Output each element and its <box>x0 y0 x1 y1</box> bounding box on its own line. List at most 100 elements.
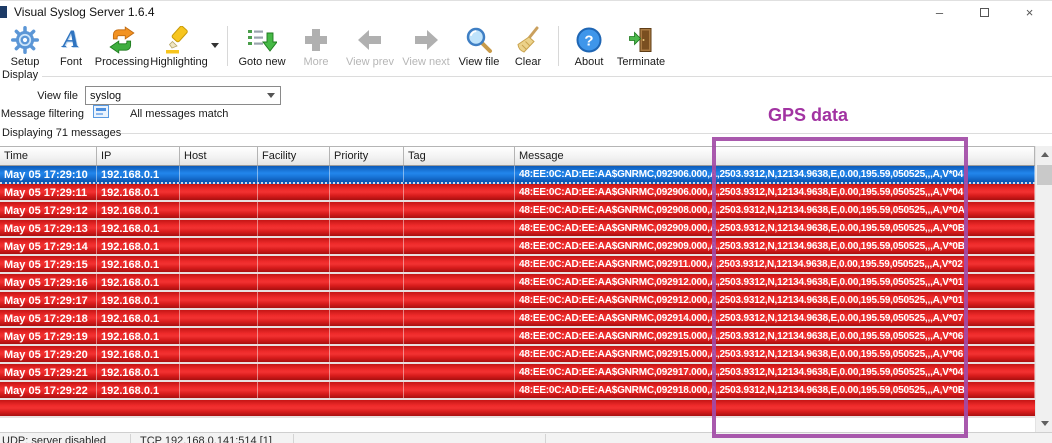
scrollbar-thumb[interactable] <box>1037 165 1052 185</box>
clear-button[interactable]: Clear <box>504 23 552 71</box>
table-cell <box>330 310 404 326</box>
table-cell: May 05 17:29:19 <box>0 328 97 344</box>
table-cell <box>180 292 258 308</box>
column-header-message[interactable]: Message <box>515 147 1035 165</box>
table-cell: May 05 17:29:18 <box>0 310 97 326</box>
goto-new-button[interactable]: Goto new <box>234 23 290 71</box>
table-cell: 192.168.0.1 <box>97 382 180 398</box>
table-row[interactable]: May 05 17:29:11192.168.0.148:EE:0C:AD:EE… <box>0 184 1035 202</box>
table-row[interactable]: May 05 17:29:19192.168.0.148:EE:0C:AD:EE… <box>0 328 1035 346</box>
table-row[interactable]: May 05 17:29:17192.168.0.1 48:EE:0C:AD:EE… <box>0 292 1035 310</box>
font-button[interactable]: A Font <box>48 23 94 71</box>
column-header-ip[interactable]: IP <box>97 147 180 165</box>
column-header-priority[interactable]: Priority <box>330 147 404 165</box>
table-row[interactable]: May 05 17:29:21192.168.0.148:EE:0C:AD:EE… <box>0 364 1035 382</box>
table-row-partial <box>0 400 1035 418</box>
table-cell: 48:EE:0C:AD:EE:AA$GNRMC,092915.000,A,250… <box>515 328 1035 344</box>
table-cell: May 05 17:29:20 <box>0 346 97 362</box>
maximize-button[interactable] <box>962 1 1007 23</box>
exit-door-icon <box>627 25 655 55</box>
minimize-icon: – <box>936 5 943 20</box>
window-controls: – × <box>917 1 1052 23</box>
toolbar: Setup A Font Processing <box>2 23 1050 73</box>
table-cell: 192.168.0.1 <box>97 220 180 236</box>
table-cell: May 05 17:29:12 <box>0 202 97 218</box>
table-cell <box>258 328 330 344</box>
view-file-button[interactable]: View file <box>454 23 504 71</box>
table-cell <box>180 346 258 362</box>
table-cell <box>330 166 404 182</box>
table-row[interactable]: May 05 17:29:20192.168.0.148:EE:0C:AD:EE… <box>0 346 1035 364</box>
table-cell: May 05 17:29:11 <box>0 184 97 200</box>
table-row[interactable]: May 05 17:29:16192.168.0.148:EE:0C:AD:EE… <box>0 274 1035 292</box>
terminate-button[interactable]: Terminate <box>613 23 669 71</box>
table-cell <box>404 184 515 200</box>
table-row[interactable]: May 05 17:29:15192.168.0.148:EE:0C:AD:EE… <box>0 256 1035 274</box>
table-cell <box>180 274 258 290</box>
messages-count-caption: Displaying 71 messages <box>2 127 121 139</box>
scroll-down-icon[interactable] <box>1036 415 1052 432</box>
window-title: Visual Syslog Server 1.6.4 <box>14 5 155 19</box>
table-cell: May 05 17:29:16 <box>0 274 97 290</box>
setup-button[interactable]: Setup <box>2 23 48 71</box>
vertical-scrollbar[interactable] <box>1035 146 1052 432</box>
table-cell <box>258 364 330 380</box>
table-cell: 48:EE:0C:AD:EE:AA$GNRMC,092908.000,A,250… <box>515 202 1035 218</box>
table-row[interactable]: May 05 17:29:13192.168.0.148:EE:0C:AD:EE… <box>0 220 1035 238</box>
arrow-right-icon <box>412 25 440 55</box>
table-cell: 192.168.0.1 <box>97 364 180 380</box>
message-filtering-label: Message filtering <box>0 108 84 120</box>
gps-data-annotation-label: GPS data <box>748 105 868 126</box>
table-cell <box>330 292 404 308</box>
column-header-tag[interactable]: Tag <box>404 147 515 165</box>
broom-icon <box>514 25 542 55</box>
column-header-facility[interactable]: Facility <box>258 147 330 165</box>
table-cell <box>404 256 515 272</box>
table-cell <box>330 184 404 200</box>
table-row[interactable]: May 05 17:29:18192.168.0.148:EE:0C:AD:EE… <box>0 310 1035 328</box>
table-cell <box>258 346 330 362</box>
table-cell <box>258 310 330 326</box>
scroll-up-icon[interactable] <box>1036 146 1052 163</box>
highlighting-button[interactable]: Highlighting <box>150 23 208 71</box>
column-header-host[interactable]: Host <box>180 147 258 165</box>
table-cell: 192.168.0.1 <box>97 310 180 326</box>
table-cell: 48:EE:0C:AD:EE:AA$GNRMC,092909.000,A,250… <box>515 238 1035 254</box>
table-row[interactable]: May 05 17:29:10192.168.0.148:EE:0C:AD:EE… <box>0 166 1035 184</box>
view-file-combobox[interactable]: syslog <box>85 86 281 105</box>
about-button[interactable]: ? About <box>565 23 613 71</box>
table-cell <box>258 382 330 398</box>
table-cell: May 05 17:29:10 <box>0 166 97 182</box>
toolbar-label: View prev <box>346 56 394 68</box>
minimize-button[interactable]: – <box>917 1 962 23</box>
view-file-label: View file <box>0 90 78 102</box>
toolbar-separator <box>227 26 228 66</box>
table-cell: 192.168.0.1 <box>97 184 180 200</box>
table-cell <box>258 202 330 218</box>
message-filtering-icon[interactable] <box>93 105 109 118</box>
table-cell <box>330 346 404 362</box>
table-cell: 192.168.0.1 <box>97 292 180 308</box>
toolbar-label: Goto new <box>238 56 285 68</box>
table-cell <box>180 310 258 326</box>
table-cell <box>180 238 258 254</box>
table-cell: 192.168.0.1 <box>97 166 180 182</box>
table-row[interactable]: May 05 17:29:22192.168.0.148:EE:0C:AD:EE… <box>0 382 1035 400</box>
table-cell: 48:EE:0C:AD:EE:AA$GNRMC,092912.000,A,250… <box>515 274 1035 290</box>
table-row[interactable]: May 05 17:29:12192.168.0.148:EE:0C:AD:EE… <box>0 202 1035 220</box>
highlighting-dropdown-arrow[interactable] <box>211 43 219 48</box>
toolbar-label: Font <box>60 56 82 68</box>
syslog-table: Time IP Host Facility Priority Tag Messa… <box>0 146 1035 432</box>
table-row[interactable]: May 05 17:29:14192.168.0.148:EE:0C:AD:EE… <box>0 238 1035 256</box>
table-cell <box>330 202 404 218</box>
table-cell: May 05 17:29:17 <box>0 292 97 308</box>
processing-button[interactable]: Processing <box>94 23 150 71</box>
table-cell: 48:EE:0C:AD:EE:AA$GNRMC,092911.000,A,250… <box>515 256 1035 272</box>
table-cell: 48:EE:0C:AD:EE:AA$GNRMC,092912.000,A,250… <box>515 292 1035 308</box>
maximize-icon <box>980 8 989 17</box>
close-button[interactable]: × <box>1007 1 1052 23</box>
display-group-caption: Display <box>2 69 38 81</box>
table-cell <box>404 166 515 182</box>
column-header-time[interactable]: Time <box>0 147 97 165</box>
table-cell <box>258 220 330 236</box>
